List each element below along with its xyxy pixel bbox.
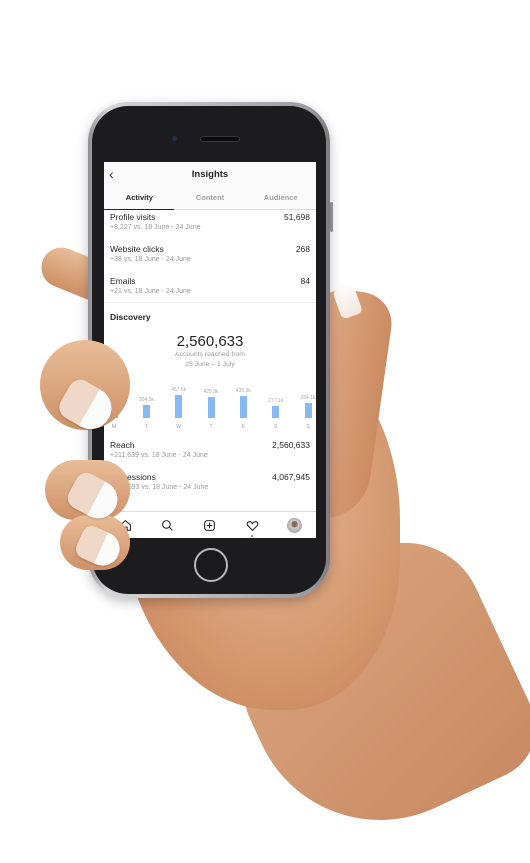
metric-change: +8,227 vs. 18 June - 24 June — [110, 224, 201, 231]
phone-screen: ‹ Insights Activity Content Audience Pro… — [104, 162, 316, 538]
home-button[interactable] — [194, 548, 228, 582]
metric-value: 4,067,945 — [272, 472, 310, 482]
add-post-icon — [204, 519, 216, 531]
metric-label: Reach — [110, 440, 135, 450]
chart-bar[interactable] — [207, 396, 215, 418]
avatar — [287, 517, 303, 533]
metric-value: 84 — [300, 276, 310, 286]
heart-icon — [246, 520, 259, 531]
tab-bar: Activity Content Audience — [104, 187, 316, 210]
bar-value-label: 334.1k — [300, 395, 316, 402]
list-item-profile-visits[interactable]: Profile visits +8,227 vs. 18 June - 24 J… — [104, 212, 316, 231]
accounts-reached-total: 2,560,633 — [176, 333, 244, 350]
list-item-reach[interactable]: Reach +211,639 vs. 18 June - 24 June 2,5… — [104, 440, 316, 459]
chart-bar[interactable] — [239, 396, 247, 418]
metric-value: 2,560,633 — [272, 440, 310, 450]
x-tick-label: M — [111, 424, 117, 430]
metric-label: Profile visits — [110, 212, 156, 222]
section-title-discovery: Discovery — [110, 312, 151, 322]
x-tick-label: T — [209, 424, 213, 430]
tab-content[interactable]: Content — [175, 187, 246, 209]
list-item-website-clicks[interactable]: Website clicks +38 vs. 18 June - 24 June… — [104, 244, 316, 263]
side-button — [330, 202, 333, 232]
nav-add-post[interactable] — [200, 515, 220, 535]
chart-bar[interactable] — [272, 406, 280, 418]
chart-bar[interactable] — [304, 403, 312, 418]
active-tab-indicator — [104, 208, 174, 210]
metric-label: Website clicks — [110, 244, 164, 254]
front-camera — [172, 136, 177, 141]
x-tick-label: S — [306, 424, 310, 430]
x-tick-label: W — [176, 424, 182, 430]
x-tick-label: T — [144, 424, 148, 430]
chart-bar[interactable] — [142, 404, 150, 418]
metric-change: +21 vs. 18 June - 24 June — [110, 288, 191, 295]
nav-search[interactable] — [158, 515, 178, 535]
earpiece-speaker — [200, 136, 240, 142]
top-bar: ‹ Insights — [104, 162, 316, 187]
metric-value: 51,698 — [284, 212, 310, 222]
search-icon — [162, 519, 173, 531]
bar-value-label: 425.9k — [203, 388, 219, 395]
accounts-reached-caption: Accounts reached from — [175, 351, 245, 358]
page-title: Insights — [191, 169, 229, 180]
tab-audience[interactable]: Audience — [245, 187, 316, 209]
metric-change: +38 vs. 18 June - 24 June — [110, 256, 191, 263]
list-item-impressions[interactable]: Impressions +394,693 vs. 18 June - 24 Ju… — [104, 472, 316, 491]
metric-label: Emails — [110, 276, 136, 286]
tab-activity[interactable]: Activity — [104, 187, 175, 209]
chart-bar[interactable] — [175, 394, 183, 418]
x-tick-label: F — [241, 424, 245, 430]
bar-value-label: 457.6k — [171, 386, 187, 393]
accounts-reached-range: 25 June – 1 July — [185, 360, 235, 368]
chevron-left-icon[interactable]: ‹ — [109, 166, 114, 182]
x-tick-label: S — [273, 424, 278, 430]
bottom-nav-bar — [104, 511, 316, 538]
metric-value: 268 — [295, 244, 310, 254]
notification-dot — [251, 535, 254, 537]
bar-value-label: 435.9k — [235, 388, 251, 395]
nav-activity[interactable] — [242, 515, 262, 537]
list-item-emails[interactable]: Emails +21 vs. 18 June - 24 June 84 — [104, 276, 316, 295]
nav-profile[interactable] — [285, 515, 305, 535]
metric-change: +211,639 vs. 18 June - 24 June — [110, 452, 208, 459]
bar-value-label: 304.5k — [138, 396, 154, 403]
bar-value-label: 277.1k — [268, 398, 284, 405]
reach-bar-chart: 685.4kM304.5kT457.6kW425.9kT435.9kF277.1… — [104, 374, 316, 436]
